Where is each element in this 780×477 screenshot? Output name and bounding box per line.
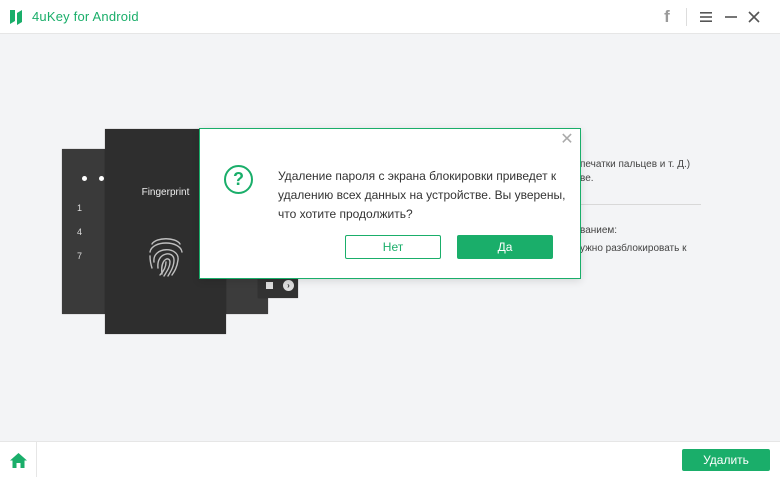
titlebar-divider [686,8,687,26]
bottom-bar: Удалить [0,441,780,477]
menu-icon[interactable] [699,8,713,26]
title-bar: 4uKey for Android f [0,0,780,34]
delete-button[interactable]: Удалить [682,449,770,471]
background-text: ванием: [580,225,618,236]
dialog-close-icon[interactable]: ✕ [560,132,574,148]
pin-number: 1 [77,203,83,213]
question-icon: ? [224,165,253,194]
background-text: ужно разблокировать к [580,243,687,254]
pin-dot [99,176,104,181]
home-button[interactable] [0,442,37,477]
confirm-dialog: ✕ ? Удаление пароля с экрана блокировки … [199,128,581,279]
no-button[interactable]: Нет [345,235,441,259]
arrow-right-icon: › [283,280,294,291]
app-logo [10,10,22,25]
fingerprint-icon [149,238,183,277]
pin-number: 4 [77,227,83,237]
background-text: печатки пальцев и т. Д.) [580,159,691,170]
facebook-icon[interactable]: f [660,8,674,26]
square-icon [266,282,273,289]
pin-dot [82,176,87,181]
yes-button[interactable]: Да [457,235,553,259]
home-icon [10,453,27,468]
divider [580,204,701,205]
dialog-message: Удаление пароля с экрана блокировки прив… [278,169,566,221]
close-icon[interactable] [747,8,761,26]
background-text: ве. [580,173,594,184]
pin-number: 7 [77,251,83,261]
app-title: 4uKey for Android [32,9,139,24]
minimize-icon[interactable] [724,8,738,26]
